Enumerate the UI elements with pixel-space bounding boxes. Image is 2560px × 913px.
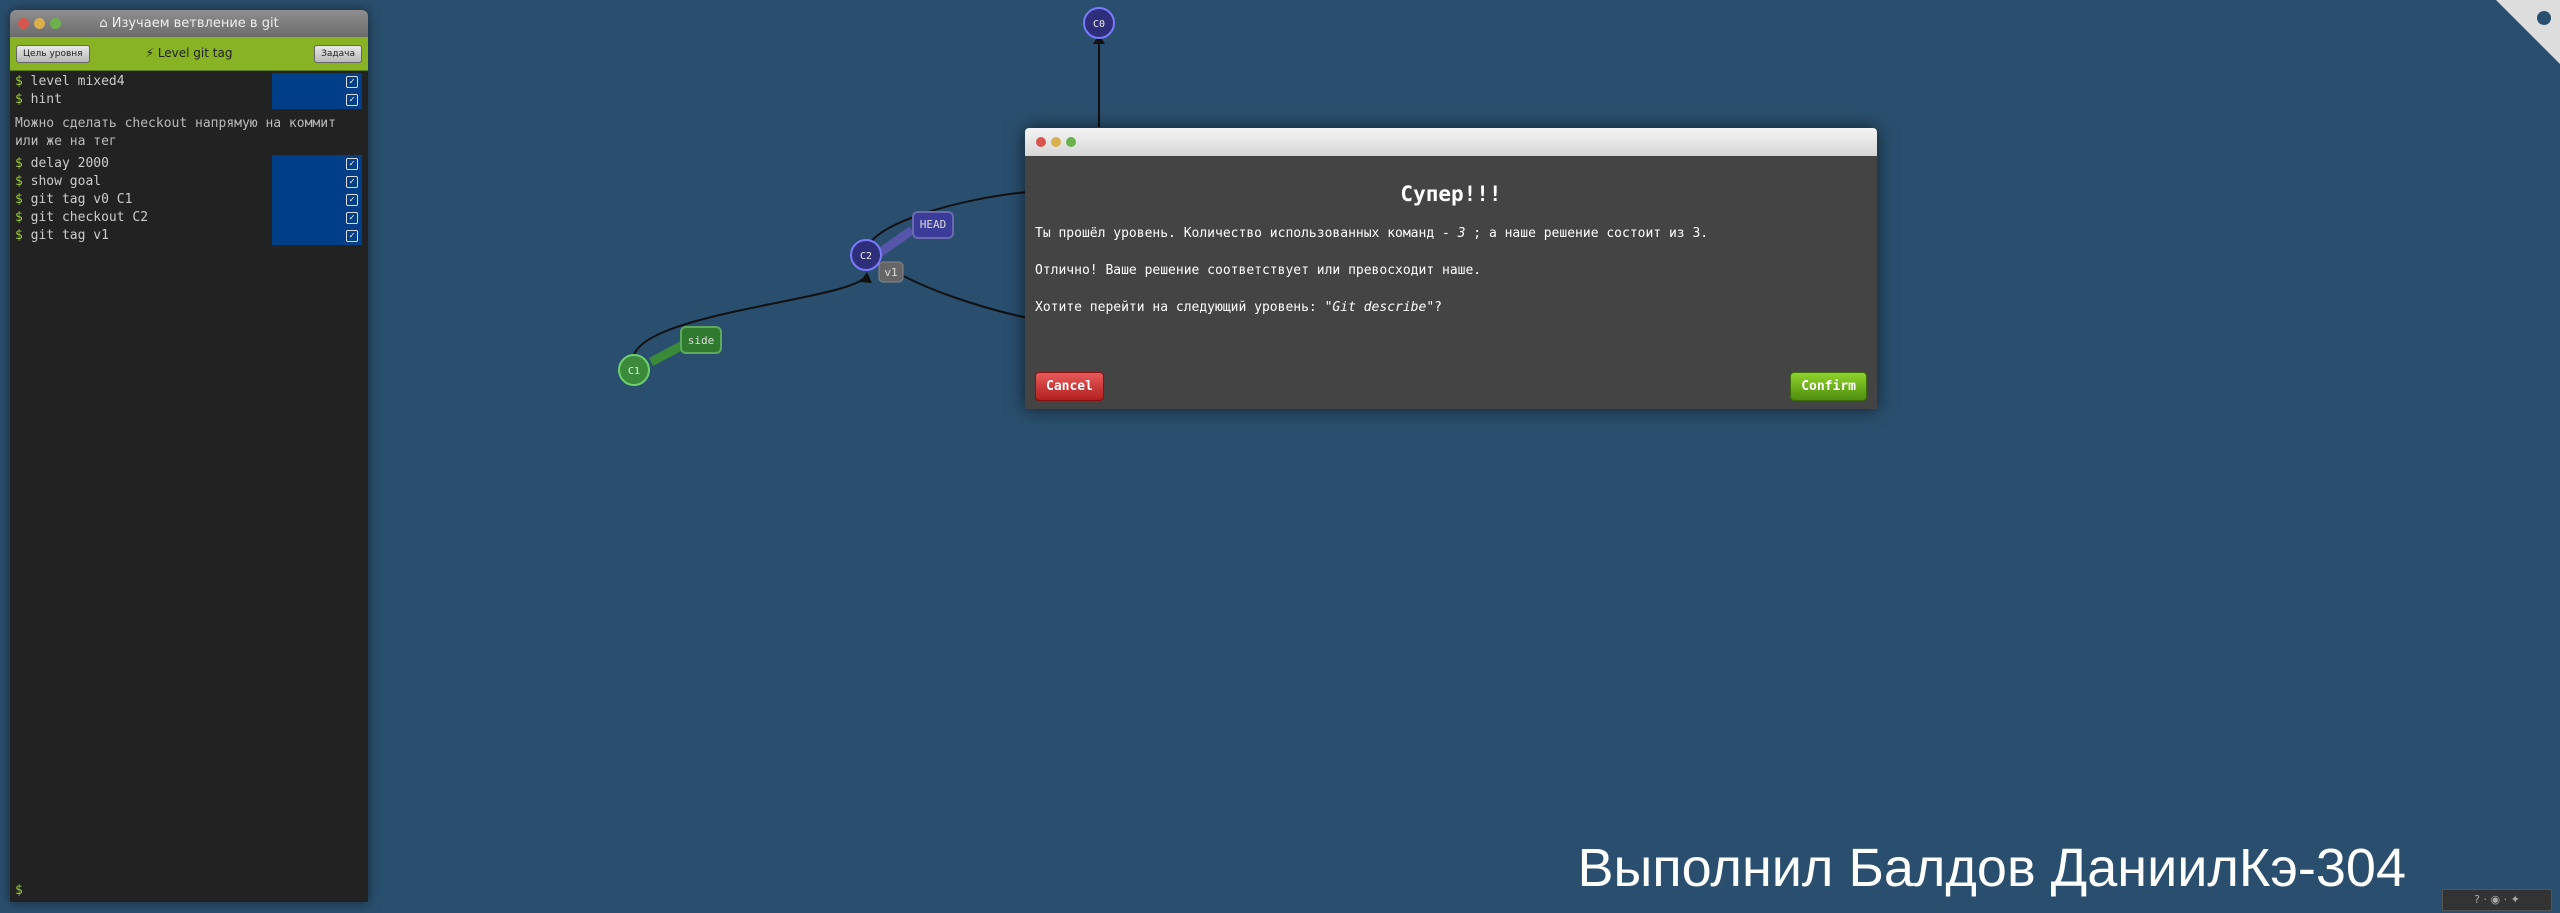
command-text: show goal [30,174,102,189]
command-line: $ level mixed4 ✓ [10,73,368,91]
check-icon: ✓ [346,230,358,242]
close-icon[interactable] [18,18,29,29]
check-icon: ✓ [346,76,358,88]
command-status: ✓ [272,209,362,227]
task-button[interactable]: Задача [314,45,362,63]
check-icon: ✓ [346,176,358,188]
command-status: ✓ [272,191,362,209]
dialog-praise-text: Отлично! Ваше решение соответствует или … [1035,263,1482,278]
terminal-history: $ level mixed4 ✓ $ hint ✓ Можно сделать ch… [10,71,368,245]
dialog-result-text: Ты прошёл уровень. Количество использова… [1035,226,1709,241]
author-signature: Выполнил Балдов ДаниилКэ-304 [1577,838,2406,898]
command-status: ✓ [272,91,362,109]
command-prompt[interactable]: $ [15,883,23,898]
minimize-icon[interactable] [1051,137,1061,147]
next-level-name: "Git describe" [1324,300,1435,315]
command-status: ✓ [272,173,362,191]
command-text: delay 2000 [30,156,109,171]
confirm-button[interactable]: Confirm [1790,372,1867,401]
hint-text: Можно сделать checkout напрямую на комми… [15,116,336,149]
cancel-button[interactable]: Cancel [1035,372,1104,401]
dialog-next-level-text: Хотите перейти на следующий уровень: "Gi… [1035,300,1442,315]
tag-v1-label: v1 [884,266,897,279]
check-icon: ✓ [346,158,358,170]
commit-c0-label: C0 [1093,19,1105,30]
command-status: ✓ [272,227,362,245]
terminal-titlebar: ⌂ Изучаем ветвление в git [10,10,368,37]
check-icon: ✓ [346,212,358,224]
command-line: $ git checkout C2 ✓ [10,209,368,227]
command-line: $ delay 2000 ✓ [10,155,368,173]
dialog-heading: Супер!!! [1400,182,1502,206]
maximize-icon[interactable] [50,18,61,29]
command-line: $ show goal ✓ [10,173,368,191]
command-line: $ git tag v0 C1 ✓ [10,191,368,209]
commit-c2-label: C2 [860,251,872,262]
command-line: $ hint ✓ [10,91,368,109]
command-text: git tag v0 C1 [30,192,133,207]
maximize-icon[interactable] [1066,137,1076,147]
branch-head-label: HEAD [920,218,947,231]
level-complete-dialog: Супер!!! Ты прошёл уровень. Количество и… [1025,128,1877,409]
level-title-text: Level git tag [157,46,233,60]
command-text: level mixed4 [30,74,125,89]
home-icon: ⌂ [99,16,108,31]
command-text: git checkout C2 [30,210,149,225]
dialog-content: Супер!!! Ты прошёл уровень. Количество и… [1025,182,1877,315]
bottom-toolbar[interactable]: ? · ◉ · ✦ [2442,889,2552,911]
command-status: ✓ [272,155,362,173]
terminal-toolbar: Цель уровня ⚡ Level git tag Задача [10,37,368,71]
command-terminal: ⌂ Изучаем ветвление в git Цель уровня ⚡ … [10,10,368,902]
minimize-icon[interactable] [34,18,45,29]
command-line: $ git tag v1 ✓ [10,227,368,245]
github-corner-icon[interactable] [2496,0,2560,64]
command-text: hint [30,92,62,107]
check-icon: ✓ [346,194,358,206]
head-arrow [875,226,915,258]
check-icon: ✓ [346,94,358,106]
dialog-titlebar [1025,128,1877,156]
edge-arrow-c2 [860,272,872,283]
branch-side-label: side [688,334,715,347]
command-status: ✓ [272,73,362,91]
bolt-icon: ⚡ [145,46,154,60]
terminal-title: Изучаем ветвление в git [111,16,279,31]
edge-c1-c2 [632,274,867,361]
side-arrow [648,341,686,366]
commit-c1-label: C1 [628,366,640,377]
close-icon[interactable] [1036,137,1046,147]
command-text: git tag v1 [30,228,109,243]
